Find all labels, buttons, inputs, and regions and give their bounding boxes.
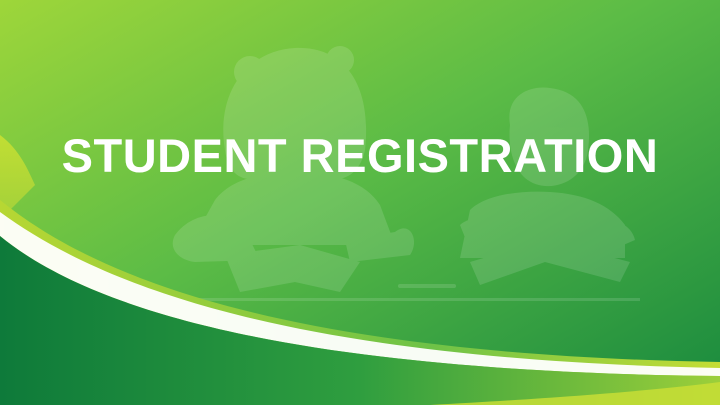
- registration-banner: STUDENT REGISTRATION: [0, 0, 720, 405]
- banner-background: [0, 0, 720, 405]
- banner-title: STUDENT REGISTRATION: [61, 129, 659, 182]
